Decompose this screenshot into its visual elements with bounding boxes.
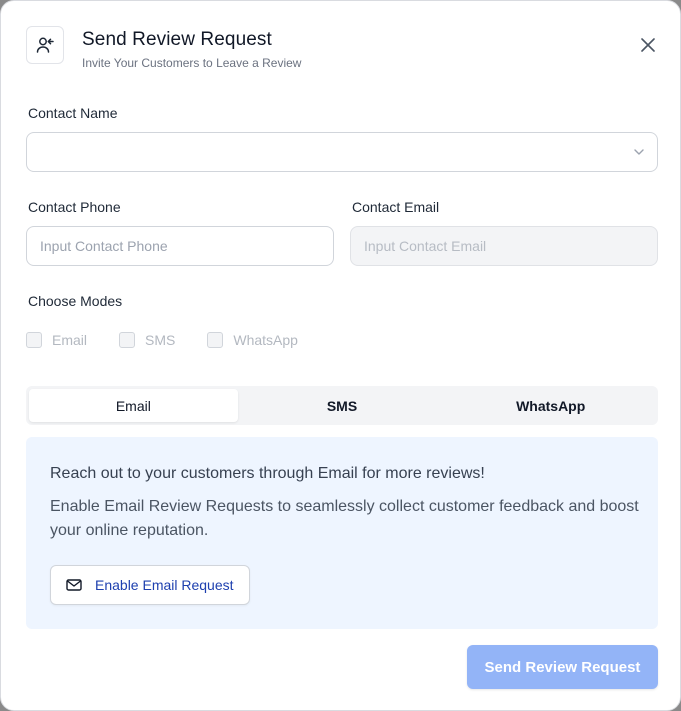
mode-sms-label: SMS bbox=[145, 332, 176, 348]
choose-modes-label: Choose Modes bbox=[28, 293, 123, 309]
mode-whatsapp-checkbox[interactable] bbox=[207, 332, 224, 348]
close-icon bbox=[641, 38, 655, 52]
contact-phone-input[interactable] bbox=[26, 226, 334, 266]
mode-sms-option[interactable]: SMS bbox=[119, 332, 175, 348]
tab-sms[interactable]: SMS bbox=[238, 389, 447, 422]
contact-name-select[interactable] bbox=[26, 132, 658, 172]
close-button[interactable] bbox=[637, 34, 659, 56]
modes-checkbox-group: Email SMS WhatsApp bbox=[26, 331, 330, 349]
mode-email-option[interactable]: Email bbox=[26, 332, 87, 348]
info-description: Enable Email Review Requests to seamless… bbox=[50, 498, 639, 539]
chevron-down-icon bbox=[634, 149, 644, 155]
mode-sms-checkbox[interactable] bbox=[119, 332, 136, 348]
contact-email-input[interactable] bbox=[350, 226, 658, 266]
modal-subtitle: Invite Your Customers to Leave a Review bbox=[82, 56, 302, 70]
user-arrow-icon bbox=[26, 26, 64, 64]
mode-email-checkbox[interactable] bbox=[26, 332, 42, 348]
email-info-panel: Reach out to your customers through Emai… bbox=[26, 437, 658, 629]
send-review-request-button[interactable]: Send Review Request bbox=[467, 645, 658, 689]
mode-whatsapp-option[interactable]: WhatsApp bbox=[207, 332, 298, 348]
mode-tabs: Email SMS WhatsApp bbox=[26, 386, 658, 425]
enable-email-request-label: Enable Email Request bbox=[95, 577, 234, 593]
contact-name-label: Contact Name bbox=[28, 105, 118, 121]
mode-email-label: Email bbox=[52, 332, 88, 348]
tab-whatsapp[interactable]: WhatsApp bbox=[446, 389, 655, 422]
enable-email-request-button[interactable]: Enable Email Request bbox=[50, 565, 250, 605]
modal-title: Send Review Request bbox=[82, 29, 272, 50]
contact-phone-label: Contact Phone bbox=[28, 199, 121, 215]
tab-email[interactable]: Email bbox=[29, 389, 238, 422]
mode-whatsapp-label: WhatsApp bbox=[233, 332, 298, 348]
send-review-request-modal: Send Review Request Invite Your Customer… bbox=[0, 0, 681, 711]
info-headline: Reach out to your customers through Emai… bbox=[50, 465, 485, 482]
mail-icon bbox=[66, 578, 82, 592]
contact-email-label: Contact Email bbox=[352, 199, 440, 215]
